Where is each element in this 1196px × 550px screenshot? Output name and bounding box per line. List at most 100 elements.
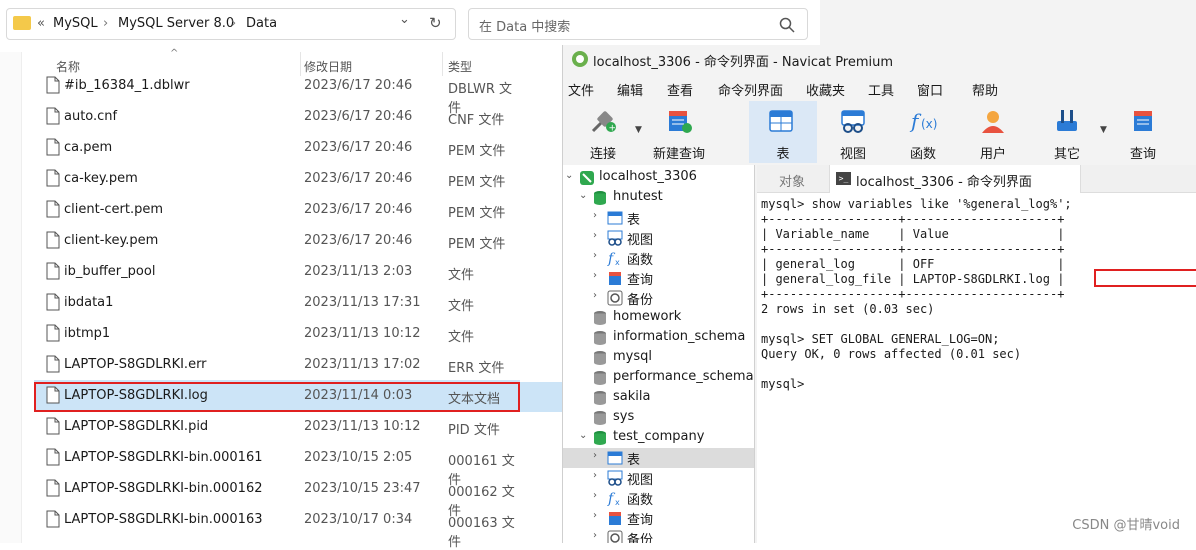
expander-icon[interactable]: ⌄ bbox=[565, 170, 573, 181]
tree-node-label: 视图 bbox=[627, 233, 654, 248]
database-icon bbox=[593, 390, 607, 410]
console-line: | Variable_name | Value | bbox=[761, 227, 1065, 241]
file-type: PEM 文件 bbox=[448, 237, 506, 252]
tree-node[interactable]: performance_schema bbox=[563, 368, 754, 388]
expander-icon[interactable]: › bbox=[593, 510, 597, 521]
refresh-icon[interactable]: ↻ bbox=[429, 14, 442, 32]
file-row[interactable]: client-key.pem 2023/6/17 20:46 PEM 文件 bbox=[34, 225, 520, 255]
table-label: 表 bbox=[776, 147, 790, 162]
tree-node[interactable]: › 视图 bbox=[563, 468, 754, 488]
tree-node[interactable]: homework bbox=[563, 308, 754, 330]
menu-bar: 文件 编辑 查看 命令列界面 收藏夹 工具 窗口 帮助 bbox=[563, 77, 1196, 99]
tree-node[interactable]: ⌄ test_company bbox=[563, 428, 754, 450]
expander-icon[interactable]: › bbox=[593, 470, 597, 481]
sort-up-icon: ^ bbox=[170, 48, 179, 59]
console-line: | general_log_file | LAPTOP-S8GDLRKI.log… bbox=[761, 272, 1065, 286]
menu-window[interactable]: 窗口 bbox=[917, 80, 943, 99]
console-line: +------------------+--------------------… bbox=[761, 242, 1065, 256]
function-label: 函数 bbox=[909, 147, 936, 162]
back-chevron[interactable]: « bbox=[37, 16, 45, 31]
tree-node-label: localhost_3306 bbox=[599, 169, 697, 184]
file-row[interactable]: client-cert.pem 2023/6/17 20:46 PEM 文件 bbox=[34, 194, 520, 224]
backup-icon bbox=[607, 530, 623, 543]
search-input[interactable]: 在 Data 中搜索 bbox=[468, 8, 808, 40]
expander-icon[interactable]: ⌄ bbox=[579, 430, 587, 441]
file-name: LAPTOP-S8GDLRKI-bin.000163 bbox=[64, 512, 263, 527]
file-name: LAPTOP-S8GDLRKI.pid bbox=[64, 419, 209, 434]
file-row[interactable]: ca.pem 2023/6/17 20:46 PEM 文件 bbox=[34, 132, 520, 162]
expander-icon[interactable]: › bbox=[593, 230, 597, 241]
file-row[interactable]: ib_buffer_pool 2023/11/13 2:03 文件 bbox=[34, 256, 520, 286]
file-row[interactable]: LAPTOP-S8GDLRKI.err 2023/11/13 17:02 ERR 文… bbox=[34, 349, 520, 379]
tree-node[interactable]: › 查询 bbox=[563, 508, 754, 528]
file-row[interactable]: LAPTOP-S8GDLRKI-bin.000162 2023/10/15 23:… bbox=[34, 473, 520, 519]
other-button[interactable]: 其它 bbox=[1035, 101, 1099, 163]
tree-node[interactable]: › f x 函数 bbox=[563, 488, 754, 508]
menu-tools[interactable]: 工具 bbox=[868, 80, 894, 99]
chevron-down-icon[interactable]: ▼ bbox=[635, 125, 642, 135]
expander-icon[interactable]: › bbox=[593, 530, 597, 541]
query-button[interactable]: 查询 bbox=[1111, 101, 1175, 163]
database-icon bbox=[593, 330, 607, 350]
breadcrumb-mysql-server[interactable]: MySQL Server 8.0 bbox=[118, 16, 234, 31]
connect-button[interactable]: + 连接 bbox=[571, 101, 635, 163]
file-row[interactable]: #ib_16384_1.dblwr 2023/6/17 20:46 DBLWR 文件 bbox=[34, 70, 520, 116]
tree-node[interactable]: information_schema bbox=[563, 328, 754, 350]
console-line: 2 rows in set (0.03 sec) bbox=[761, 302, 935, 316]
function-button[interactable]: f (x) 函数 bbox=[891, 101, 955, 163]
tree-node[interactable]: › 视图 bbox=[563, 228, 754, 248]
tree-node[interactable]: ⌄ hnutest bbox=[563, 188, 754, 208]
other-label: 其它 bbox=[1053, 147, 1080, 162]
navicat-window: localhost_3306 - 命令列界面 - Navicat Premium… bbox=[562, 45, 1196, 543]
expander-icon[interactable]: › bbox=[593, 290, 597, 301]
menu-favorites[interactable]: 收藏夹 bbox=[806, 80, 845, 99]
file-row[interactable]: LAPTOP-S8GDLRKI-bin.000163 2023/10/17 0:3… bbox=[34, 504, 520, 550]
file-row[interactable]: ibdata1 2023/11/13 17:31 文件 bbox=[34, 287, 520, 317]
tree-node-label: 视图 bbox=[627, 473, 654, 488]
tree-node[interactable]: › 备份 bbox=[563, 528, 754, 543]
tree-node[interactable]: › 查询 bbox=[563, 268, 754, 288]
tab-objects[interactable]: 对象 bbox=[757, 165, 829, 193]
tab-console[interactable]: >_ localhost_3306 - 命令列界面 bbox=[829, 165, 1081, 193]
database-icon bbox=[593, 430, 607, 450]
console-line: mysql> bbox=[761, 377, 805, 391]
user-label: 用户 bbox=[979, 147, 1006, 162]
expander-icon[interactable]: › bbox=[593, 450, 597, 461]
user-button[interactable]: 用户 bbox=[961, 101, 1025, 163]
expander-icon[interactable]: › bbox=[593, 270, 597, 281]
view-icon bbox=[841, 110, 865, 133]
table-button[interactable]: 表 bbox=[749, 101, 817, 163]
tree-node[interactable]: › f x 函数 bbox=[563, 248, 754, 268]
database-icon bbox=[593, 310, 607, 330]
breadcrumb-mysql[interactable]: MySQL bbox=[53, 16, 98, 31]
address-bar[interactable]: « MySQL › MySQL Server 8.0 › Data ⌄ ↻ bbox=[6, 8, 456, 40]
menu-help[interactable]: 帮助 bbox=[972, 80, 998, 99]
file-row[interactable]: LAPTOP-S8GDLRKI.pid 2023/11/13 10:12 PID 文… bbox=[34, 411, 520, 441]
view-button[interactable]: 视图 bbox=[821, 101, 885, 163]
file-row[interactable]: ca-key.pem 2023/6/17 20:46 PEM 文件 bbox=[34, 163, 520, 193]
tree-node[interactable]: sakila bbox=[563, 388, 754, 410]
expander-icon[interactable]: ⌄ bbox=[579, 190, 587, 201]
tree-node[interactable]: › 表 bbox=[563, 448, 754, 468]
console-output[interactable]: mysql> show variables like '%general_log… bbox=[757, 193, 1196, 543]
expander-icon[interactable]: › bbox=[593, 210, 597, 221]
expander-icon[interactable]: › bbox=[593, 250, 597, 261]
expander-icon[interactable]: › bbox=[593, 490, 597, 501]
menu-file[interactable]: 文件 bbox=[568, 80, 594, 99]
file-row[interactable]: LAPTOP-S8GDLRKI-bin.000161 2023/10/15 2:0… bbox=[34, 442, 520, 488]
tree-node[interactable]: › 备份 bbox=[563, 288, 754, 308]
new-query-button[interactable]: 新建查询 bbox=[647, 101, 711, 163]
chevron-down-icon[interactable]: ⌄ bbox=[399, 12, 410, 27]
menu-edit[interactable]: 编辑 bbox=[617, 80, 643, 99]
tree-node[interactable]: mysql bbox=[563, 348, 754, 368]
menu-console[interactable]: 命令列界面 bbox=[718, 80, 783, 99]
file-row[interactable]: ibtmp1 2023/11/13 10:12 文件 bbox=[34, 318, 520, 348]
tree-node[interactable]: ⌄ localhost_3306 bbox=[563, 168, 754, 188]
breadcrumb-data[interactable]: Data bbox=[246, 16, 277, 31]
file-row[interactable]: auto.cnf 2023/6/17 20:46 CNF 文件 bbox=[34, 101, 520, 131]
tree-node[interactable]: sys bbox=[563, 408, 754, 428]
menu-view[interactable]: 查看 bbox=[667, 80, 693, 99]
tree-node[interactable]: › 表 bbox=[563, 208, 754, 228]
chevron-down-icon[interactable]: ▼ bbox=[1100, 125, 1107, 135]
file-type: PEM 文件 bbox=[448, 206, 506, 221]
